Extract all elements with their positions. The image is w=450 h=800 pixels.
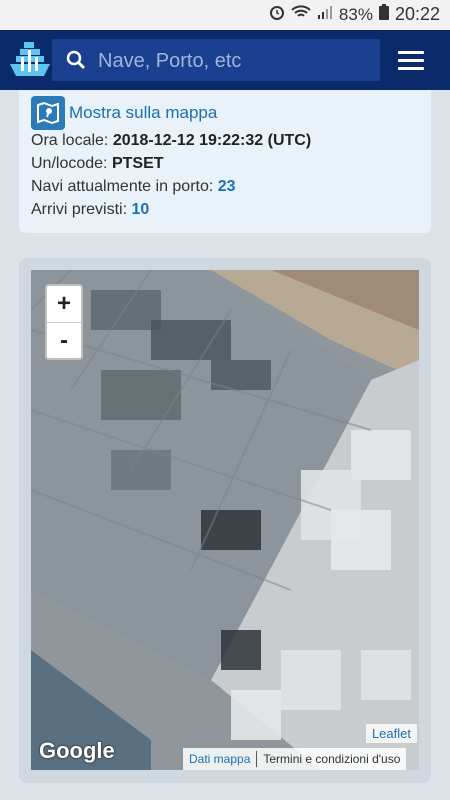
local-time-row: Ora locale: 2018-12-12 19:22:32 (UTC) — [31, 132, 311, 150]
map-attribution-bar: Dati mappa Termini e condizioni d'uso — [183, 748, 407, 770]
leaflet-attribution-link[interactable]: Leaflet — [365, 724, 417, 743]
ships-in-port-row: Navi attualmente in porto: 23 — [31, 178, 236, 196]
expected-arrivals-label: Arrivi previsti: — [31, 201, 128, 218]
clock: 20:22 — [394, 4, 440, 24]
unlocode-row: Un/locode: PTSET — [31, 155, 164, 173]
ship-logo-icon[interactable] — [8, 38, 52, 82]
google-logo: Google — [39, 738, 115, 763]
satellite-map[interactable]: + - Leaflet Google Dati mappa Termini e … — [31, 270, 419, 770]
unlocode-label: Un/locode: — [31, 155, 108, 172]
zoom-in-button[interactable]: + — [47, 286, 81, 323]
search-input[interactable] — [96, 39, 370, 83]
zoom-out-button[interactable]: - — [47, 323, 81, 359]
alarm-icon — [269, 4, 285, 25]
app-header — [0, 30, 450, 90]
hamburger-menu-icon[interactable] — [398, 51, 424, 71]
status-bar: 83% 20:22 — [0, 0, 450, 30]
expected-arrivals-link[interactable]: 10 — [131, 201, 149, 218]
zoom-control: + - — [45, 284, 83, 360]
search-bar[interactable] — [52, 39, 380, 83]
local-time-value: 2018-12-12 19:22:32 (UTC) — [112, 132, 312, 149]
terms-link[interactable]: Termini e condizioni d'uso — [257, 752, 406, 766]
show-on-map-label: Mostra sulla mappa — [69, 103, 218, 122]
signal-icon — [317, 4, 333, 25]
wifi-icon — [291, 4, 311, 25]
local-time-label: Ora locale: — [31, 132, 109, 149]
search-icon — [64, 48, 88, 72]
unlocode-value: PTSET — [111, 155, 164, 172]
expected-arrivals-row: Arrivi previsti: 10 — [31, 201, 149, 219]
map-icon — [31, 96, 65, 130]
battery-percent: 83% — [338, 4, 373, 24]
ships-in-port-label: Navi attualmente in porto: — [31, 178, 214, 195]
map-card: + - Leaflet Google Dati mappa Termini e … — [19, 258, 431, 783]
map-data-link[interactable]: Dati mappa — [183, 752, 256, 766]
ships-in-port-link[interactable]: 23 — [218, 178, 236, 195]
battery-icon — [378, 4, 389, 25]
satellite-imagery — [31, 270, 419, 770]
port-info-card: Mostra sulla mappa Ora locale: 2018-12-1… — [19, 90, 431, 233]
show-on-map-link[interactable]: Mostra sulla mappa — [31, 96, 217, 130]
